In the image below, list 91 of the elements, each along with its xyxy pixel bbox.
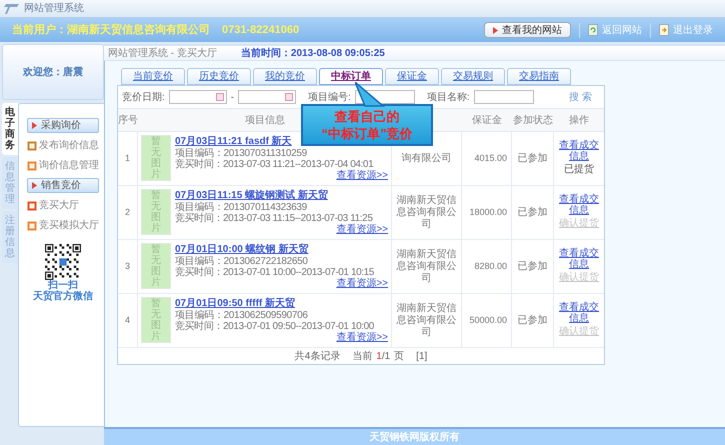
tab[interactable]: 保证金 (385, 68, 439, 85)
deposit-amount: 50000.00 (469, 314, 507, 327)
row-number: 3 (124, 260, 130, 273)
view-deal-link[interactable]: 查看成交信息 (556, 140, 602, 162)
tab[interactable]: 交易指南 (507, 68, 571, 85)
page-total: /1 (382, 350, 390, 364)
current-user: 当前用户：湖南新天贸信息咨询有限公司 (12, 22, 210, 38)
current-time: 当前时间：2013-08-08 09:05:25 (240, 46, 385, 60)
participation-status: 已参加 (518, 314, 548, 328)
date-field[interactable] (168, 90, 227, 104)
item-code: 项目编码：2013062509590706 (175, 310, 309, 321)
logo-icon (4, 2, 20, 14)
breadcrumb: 网站管理系统 - 竞买大厅 (108, 46, 217, 60)
phone-number: 0731-82241060 (222, 22, 300, 38)
view-resource-link[interactable]: 查看资源>> (336, 224, 388, 236)
item-code: 项目编码：2013070114323639 (175, 202, 308, 213)
row-number: 2 (124, 206, 130, 219)
company-name: 湖南新天贸信息咨询有限公司 (396, 194, 457, 230)
tab[interactable]: 我的竞价 (253, 68, 317, 85)
menu-item[interactable]: 竞买模拟大厅 (39, 218, 99, 233)
current-page: 1 (376, 350, 382, 364)
callout-text: “中标订单”竞价 (322, 125, 412, 142)
callout-text: 查看自己的 (334, 108, 400, 125)
item-code: 项目编码：2013070311310259 (175, 148, 308, 159)
participation-status: 已参加 (518, 206, 548, 220)
deposit-amount: 18000.00 (469, 206, 507, 219)
company-name: 询有限公司 (402, 152, 452, 164)
window-title: 网站管理系统 (24, 2, 84, 16)
column-header: 参加状态 (512, 114, 554, 128)
exit-icon (659, 24, 669, 36)
item-title-link[interactable]: 07月03日11:15 螺旋钢测试 新天贸 (175, 189, 328, 202)
view-resource-link[interactable]: 查看资源>> (336, 332, 388, 344)
arrow-icon (32, 182, 37, 189)
field-label: 项目名称: (426, 90, 470, 104)
auction-time: 竞买时间：2013-07-01 09:50--2013-07-01 10:00 (175, 321, 375, 332)
menu-item[interactable]: 询价信息管理 (39, 158, 99, 173)
menu-group-header[interactable]: 采购询价 (27, 118, 99, 133)
view-deal-link[interactable]: 查看成交信息 (556, 194, 602, 216)
column-header: 项目信息 (245, 114, 285, 128)
deposit-amount: 8280.00 (474, 260, 507, 273)
row-number: 4 (124, 314, 130, 327)
view-deal-link[interactable]: 查看成交信息 (556, 302, 602, 324)
search-link[interactable]: 搜 索 (569, 90, 592, 104)
welcome-text: 欢迎您：唐震 (23, 65, 83, 80)
menu-group-header[interactable]: 销售竞价 (27, 178, 99, 193)
view-resource-link[interactable]: 查看资源>> (336, 278, 388, 290)
company-name: 湖南新天贸信息咨询有限公司 (396, 302, 457, 338)
column-header: 序号 (118, 114, 138, 128)
item-code: 项目编码：2013062722182650 (175, 256, 309, 267)
date-field[interactable] (238, 90, 296, 104)
side-tab[interactable]: 电子商务 (2, 103, 18, 155)
calendar-icon (285, 93, 294, 101)
item-title-link[interactable]: 07月01日09:50 fffff 新天贸 (175, 297, 296, 310)
record-count: 共4条记录 (294, 350, 340, 364)
picked-up-status: 已提货 (564, 163, 594, 177)
menu-item[interactable]: 发布询价信息 (39, 138, 99, 153)
auction-time: 竞买时间：2013-07-03 11:21--2013-07-04 04:01 (175, 159, 374, 170)
column-header: 操作 (568, 114, 590, 128)
tab[interactable]: 历史竞价 (187, 68, 251, 85)
auction-time: 竞买时间：2013-07-01 10:00--2013-07-01 10:15 (175, 267, 375, 278)
input-field[interactable] (474, 90, 534, 104)
qr-code-icon (45, 244, 81, 280)
view-resource-link[interactable]: 查看资源>> (336, 170, 388, 182)
qr-caption: 天贸官方微信 (33, 291, 93, 302)
tab[interactable]: 中标订单 (319, 68, 383, 85)
menu-item[interactable]: 竞买大厅 (39, 198, 79, 213)
arrow-icon (493, 26, 498, 34)
column-header: 保证金 (471, 114, 503, 128)
tab[interactable]: 当前竞价 (121, 68, 185, 85)
company-name: 湖南新天贸信息咨询有限公司 (396, 248, 457, 284)
participation-status: 已参加 (518, 260, 548, 274)
date-separator: - (230, 90, 234, 104)
view-site-button[interactable]: 查看我的网站 (484, 22, 571, 38)
item-title-link[interactable]: 07月01日10:00 螺纹钢 新天贸 (175, 243, 308, 256)
page-unit: 页 (394, 350, 404, 364)
refresh-icon (588, 24, 598, 36)
view-deal-link[interactable]: 查看成交信息 (556, 248, 602, 270)
page-label: 当前 (352, 350, 372, 364)
row-number: 1 (124, 152, 130, 165)
arrow-icon (32, 122, 37, 129)
auction-time: 竞买时间：2013-07-03 11:15--2013-07-03 11:25 (175, 213, 374, 224)
qr-caption: 扫一扫 (48, 280, 78, 291)
participation-status: 已参加 (518, 152, 548, 166)
page-link[interactable]: [1] (416, 348, 428, 364)
calendar-icon (216, 93, 224, 101)
field-label: 竞价日期: (122, 90, 165, 104)
field-label: 项目编号: (308, 90, 351, 104)
deposit-amount: 4015.00 (474, 152, 507, 165)
item-title-link[interactable]: 07月03日11:21 fasdf 新天 (175, 135, 292, 148)
copyright: 天贸钢铁网版权所有 (370, 430, 460, 444)
tab[interactable]: 交易规则 (441, 68, 505, 85)
